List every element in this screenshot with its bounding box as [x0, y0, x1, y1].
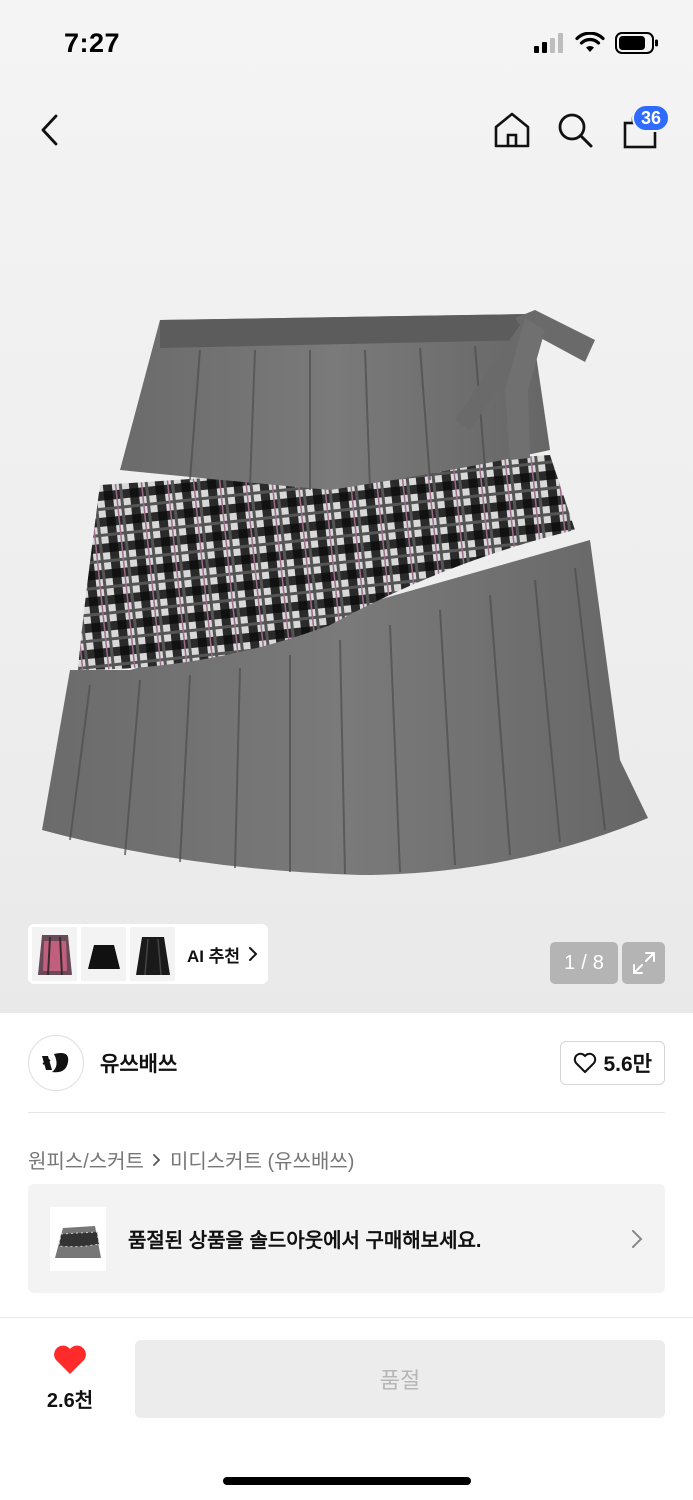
ai-thumb[interactable] [81, 927, 126, 981]
brand-row[interactable]: 유쓰배쓰 5.6만 [28, 1033, 665, 1093]
wifi-icon [575, 32, 605, 52]
soldout-banner-text: 품절된 상품을 솔드아웃에서 구매해보세요. [128, 1230, 482, 1252]
battery-icon [615, 32, 658, 54]
heart-outline-icon [574, 1052, 597, 1073]
chevron-right-icon [249, 947, 258, 961]
ai-thumb[interactable] [130, 927, 175, 981]
status-icons [533, 32, 659, 54]
soldout-banner[interactable]: 품절된 상품을 솔드아웃에서 구매해보세요. [28, 1184, 665, 1293]
product-image[interactable] [30, 290, 670, 890]
signal-icon [534, 33, 563, 53]
brand-like-count: 5.6만 [603, 1053, 652, 1076]
ai-recommend-label[interactable]: AI 추천 [187, 942, 258, 967]
ai-recommend-strip[interactable]: AI 추천 [28, 924, 268, 984]
cart-count-badge: 36 [631, 104, 670, 132]
brand-logo[interactable] [28, 1035, 84, 1091]
soldout-product-thumb [50, 1206, 106, 1271]
bottom-action-bar: 2.6천 품절 [0, 1318, 693, 1438]
status-time: 7:27 [64, 28, 121, 58]
heart-filled-icon [54, 1345, 86, 1374]
skirt-thumb-image [55, 1225, 101, 1258]
chevron-left-icon [41, 114, 58, 146]
brand-like-button[interactable]: 5.6만 [560, 1041, 665, 1085]
breadcrumb: 원피스/스커트 미디스커트 (유쓰배쓰) [28, 1145, 354, 1174]
brand-name[interactable]: 유쓰배쓰 [100, 1048, 177, 1078]
image-page-counter: 1 / 8 [550, 942, 618, 984]
search-icon [558, 113, 593, 148]
back-button[interactable] [24, 100, 76, 160]
home-indicator [223, 1477, 471, 1485]
home-button[interactable] [486, 100, 538, 160]
divider [28, 1112, 665, 1113]
product-gallery[interactable]: 7:27 36 AI 추천 1 / 8 [0, 0, 693, 1013]
breadcrumb-category[interactable]: 원피스/스커트 [28, 1145, 144, 1174]
skirt-thumb-image [87, 945, 120, 969]
ai-recommend-text: AI 추천 [187, 946, 241, 966]
expand-button[interactable] [622, 942, 665, 984]
search-button[interactable] [549, 100, 601, 160]
top-nav: 36 [0, 100, 693, 160]
product-like-button[interactable]: 2.6천 [28, 1344, 112, 1414]
expand-icon [632, 952, 655, 974]
skirt-thumb-image [37, 935, 72, 976]
brand-logo-mark-icon [42, 1053, 69, 1073]
skirt-thumb-image [135, 937, 170, 976]
cart-button[interactable]: 36 [614, 100, 670, 160]
home-icon [494, 112, 530, 148]
page-separator: / [581, 951, 587, 974]
breadcrumb-subcategory[interactable]: 미디스커트 (유쓰배쓰) [170, 1145, 354, 1174]
sold-out-button[interactable]: 품절 [135, 1340, 665, 1418]
product-like-count: 2.6천 [46, 1390, 94, 1412]
page-total: 8 [592, 951, 604, 974]
chevron-right-icon [632, 1229, 643, 1248]
ai-thumb[interactable] [32, 927, 77, 981]
chevron-right-icon [153, 1153, 161, 1166]
status-bar: 7:27 [0, 0, 693, 88]
page-current: 1 [564, 951, 576, 974]
